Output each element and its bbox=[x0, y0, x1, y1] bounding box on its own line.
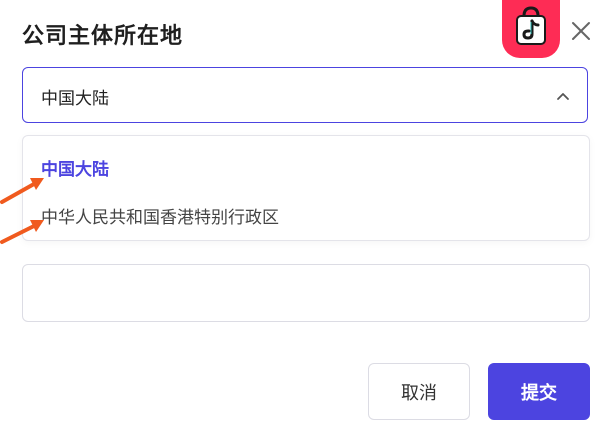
close-button[interactable] bbox=[568, 18, 594, 44]
location-dialog: 公司主体所在地 中国大陆 中国大陆 中华人民共和国香港特别行政区 取消 提交 bbox=[0, 0, 602, 438]
select-dropdown: 中国大陆 中华人民共和国香港特别行政区 bbox=[22, 135, 590, 241]
option-hong-kong[interactable]: 中华人民共和国香港特别行政区 bbox=[41, 203, 279, 228]
cancel-button[interactable]: 取消 bbox=[368, 363, 470, 420]
close-icon bbox=[572, 22, 590, 40]
tiktok-shop-logo-icon bbox=[502, 0, 560, 58]
dialog-title: 公司主体所在地 bbox=[22, 24, 184, 49]
select-value: 中国大陆 bbox=[41, 89, 109, 109]
option-mainland-china[interactable]: 中国大陆 bbox=[41, 155, 109, 180]
chevron-up-icon bbox=[557, 93, 569, 100]
secondary-input[interactable] bbox=[22, 264, 590, 322]
submit-button[interactable]: 提交 bbox=[488, 363, 590, 420]
location-select[interactable]: 中国大陆 bbox=[22, 67, 588, 123]
